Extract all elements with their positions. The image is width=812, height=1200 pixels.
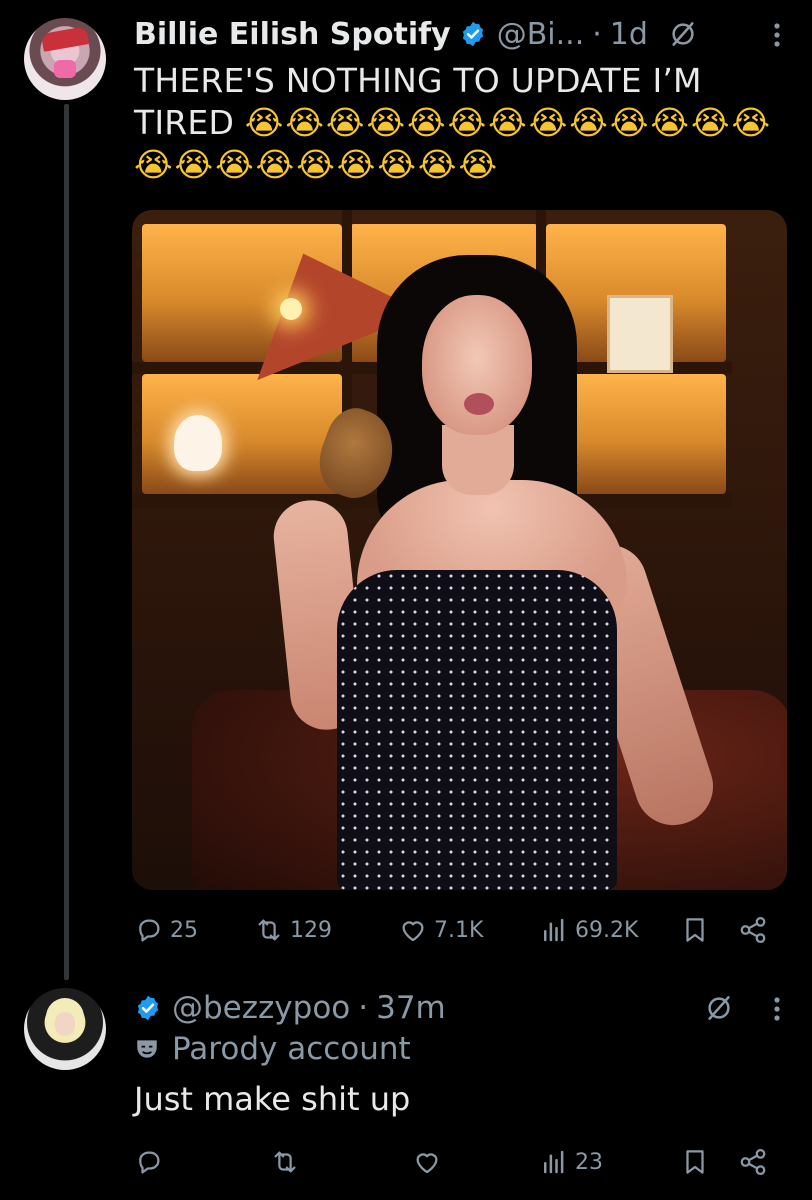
avatar-cap [40, 26, 90, 52]
grok-icon[interactable] [704, 993, 734, 1023]
avatar[interactable] [24, 18, 106, 100]
tweet-text: THERE'S NOTHING TO UPDATE I’M TIRED 😭😭😭😭… [134, 60, 774, 186]
views-button[interactable]: 23 [539, 1147, 603, 1177]
share-icon [740, 917, 766, 943]
share-button[interactable] [738, 915, 768, 945]
neck [442, 425, 514, 495]
tweet-photo[interactable] [132, 210, 787, 890]
polka-dot-dress [337, 570, 617, 890]
share-icon [740, 1149, 766, 1175]
author-name[interactable]: Billie Eilish Spotify [134, 17, 451, 52]
share-button[interactable] [738, 1147, 768, 1177]
picture-frame [607, 295, 673, 373]
like-icon [402, 921, 424, 942]
like-button[interactable]: 7.1K [398, 915, 483, 945]
reply-header: @bezzypoo · 37m [134, 986, 792, 1030]
bookmark-icon [686, 1150, 704, 1174]
repost-icon [258, 919, 280, 941]
repost-button[interactable] [270, 1147, 306, 1177]
views-button[interactable]: 69.2K [539, 915, 638, 945]
thread-view: Billie Eilish Spotify @Bi... · 1d THERE'… [0, 0, 812, 1200]
bookmark-button[interactable] [680, 915, 710, 945]
views-count: 23 [575, 1149, 603, 1175]
repost-icon [274, 1151, 296, 1173]
avatar-face [55, 1012, 75, 1036]
parody-label: Parody account [134, 1028, 411, 1070]
reply-timestamp[interactable]: 37m [376, 990, 446, 1026]
grok-icon[interactable] [668, 19, 698, 49]
reply-count: 25 [170, 917, 198, 943]
reply-handle[interactable]: @bezzypoo [172, 990, 350, 1026]
reply-text: Just make shit up [134, 1080, 411, 1118]
views-icon [544, 1150, 564, 1174]
separator-dot: · [358, 990, 369, 1026]
like-icon [416, 1153, 438, 1174]
reply-icon [139, 1151, 160, 1174]
timestamp[interactable]: 1d [610, 17, 648, 52]
like-count: 7.1K [434, 917, 484, 943]
reply-button[interactable]: 25 [134, 915, 198, 945]
views-icon [544, 918, 564, 942]
bookmark-icon [686, 918, 704, 942]
like-button[interactable] [412, 1147, 448, 1177]
avatar-mask [54, 60, 76, 78]
reply-button[interactable] [134, 1147, 170, 1177]
lamp-bulb [280, 298, 302, 320]
lips [464, 393, 494, 415]
parody-text: Parody account [172, 1031, 411, 1067]
parody-mask-icon [137, 1040, 157, 1058]
views-count: 69.2K [575, 917, 639, 943]
tweet-header: Billie Eilish Spotify @Bi... · 1d [134, 12, 792, 56]
reply-avatar[interactable] [24, 988, 106, 1070]
author-handle[interactable]: @Bi... [497, 17, 585, 52]
repost-button[interactable]: 129 [254, 915, 332, 945]
bookmark-button[interactable] [680, 1147, 710, 1177]
more-icon[interactable] [770, 994, 784, 1024]
reply-actions: 23 [134, 1144, 776, 1180]
separator-dot: · [592, 16, 602, 52]
repost-count: 129 [290, 917, 332, 943]
globe-lamp [174, 415, 222, 471]
tweet-actions: 25 129 7.1K 69.2K [134, 912, 776, 948]
reply-icon [139, 919, 160, 942]
verified-badge-icon [137, 995, 159, 1021]
more-icon[interactable] [770, 20, 784, 50]
verified-badge-icon [462, 21, 483, 47]
shelf-light [142, 374, 342, 494]
thread-connector [64, 104, 69, 980]
